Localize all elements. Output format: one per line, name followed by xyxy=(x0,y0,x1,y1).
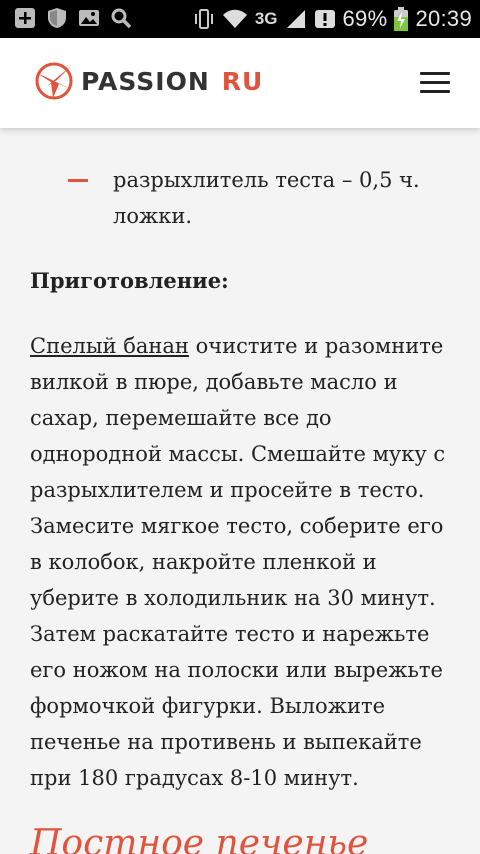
image-icon xyxy=(79,10,99,26)
status-bar: 3G 69% 20:39 xyxy=(0,0,480,38)
article-paragraph: Спелый банан очистите и разомните вилкой… xyxy=(30,328,455,796)
alert-icon xyxy=(314,10,335,28)
status-bar-notifications xyxy=(14,7,132,29)
section-heading: Приготовление: xyxy=(30,268,229,293)
paragraph-text: очистите и разомните вилкой в пюре, доба… xyxy=(30,334,446,790)
clock: 20:39 xyxy=(415,6,472,31)
list-item-text: разрыхлитель теста – 0,5 ч. ложки. xyxy=(113,168,420,228)
shield-icon xyxy=(48,8,66,28)
battery-charging-icon xyxy=(394,7,409,31)
site-header: PASSION RU xyxy=(0,38,480,128)
logo-text: PASSION xyxy=(81,66,210,96)
vibrate-icon xyxy=(194,9,213,29)
signal-icon xyxy=(286,10,305,28)
site-logo[interactable]: PASSION RU xyxy=(33,60,263,102)
list-bullet-dash xyxy=(68,179,88,182)
search-icon xyxy=(111,8,132,29)
network-type-label: 3G xyxy=(254,9,278,28)
next-section-title: Постное печенье xyxy=(30,823,369,854)
status-bar-system: 3G 69% 20:39 xyxy=(193,0,472,38)
battery-percent: 69% xyxy=(342,6,388,31)
logo-text-accent: RU xyxy=(221,66,264,96)
paragraph-link[interactable]: Спелый банан xyxy=(30,334,189,358)
wifi-icon xyxy=(222,9,247,28)
add-icon xyxy=(15,8,35,28)
article-content: разрыхлитель теста – 0,5 ч. ложки. Приго… xyxy=(0,128,480,854)
logo-mark-icon xyxy=(35,62,73,100)
hamburger-menu-icon[interactable] xyxy=(420,72,450,94)
